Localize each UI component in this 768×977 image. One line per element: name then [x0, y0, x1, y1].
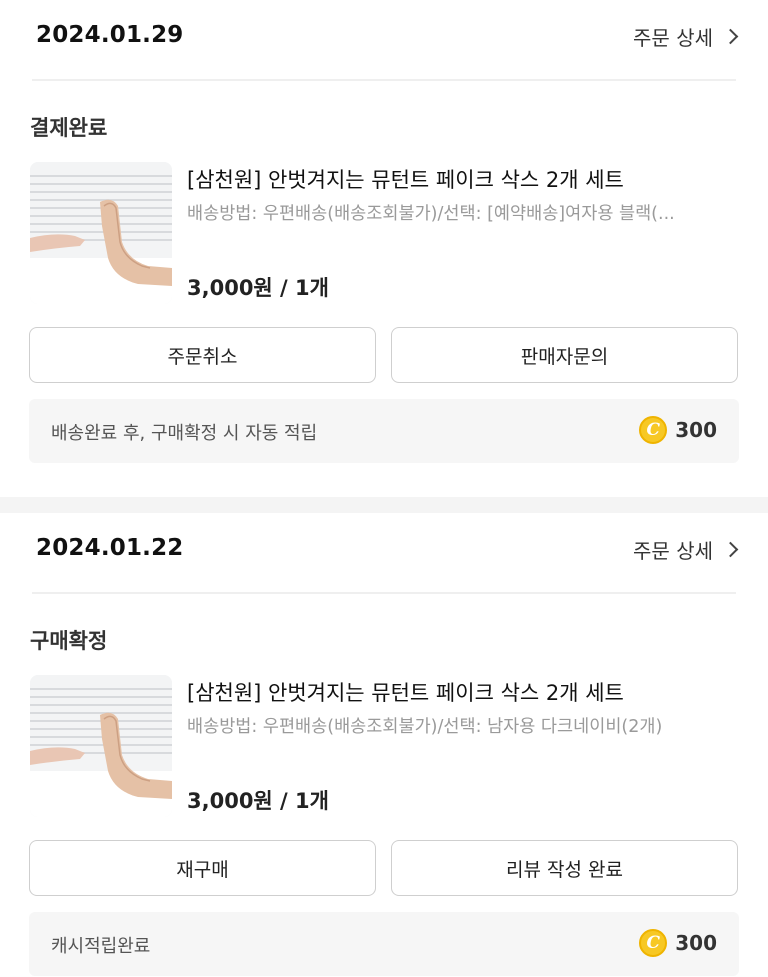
seller-inquiry-button[interactable]: 판매자문의: [391, 327, 738, 383]
product-title[interactable]: [삼천원] 안벗겨지는 뮤턴트 페이크 삭스 2개 세트: [187, 164, 624, 194]
product-item[interactable]: [삼천원] 안벗겨지는 뮤턴트 페이크 삭스 2개 세트 배송방법: 우편배송(…: [30, 162, 738, 304]
order-detail-link[interactable]: 주문 상세: [633, 535, 739, 564]
product-item[interactable]: [삼천원] 안벗겨지는 뮤턴트 페이크 삭스 2개 세트 배송방법: 우편배송(…: [30, 675, 738, 817]
product-price: 3,000원 / 1개: [187, 276, 329, 300]
chevron-right-icon: [722, 28, 739, 45]
product-title[interactable]: [삼천원] 안벗겨지는 뮤턴트 페이크 삭스 2개 세트: [187, 677, 624, 707]
reward-info: 배송완료 후, 구매확정 시 자동 적립 C 300: [29, 399, 739, 463]
divider: [32, 79, 736, 81]
reorder-button[interactable]: 재구매: [29, 840, 376, 896]
order-status: 결제완료: [30, 116, 108, 140]
coin-icon: C: [639, 416, 668, 444]
section-divider: [0, 497, 768, 513]
order-detail-link[interactable]: 주문 상세: [633, 22, 739, 51]
product-price: 3,000원 / 1개: [187, 789, 329, 813]
product-option: 배송방법: 우편배송(배송조회불가)/선택: 남자용 다크네이비(2개): [187, 717, 663, 737]
product-thumbnail[interactable]: [30, 162, 172, 304]
reward-amount: C 300: [639, 416, 717, 444]
order-detail-label: 주문 상세: [633, 26, 713, 50]
reward-text: 캐시적립완료: [51, 936, 151, 957]
reward-info: 캐시적립완료 C 300: [29, 912, 739, 976]
order-detail-label: 주문 상세: [633, 539, 713, 563]
order-header: 2024.01.29 주문 상세: [0, 0, 768, 80]
reward-text: 배송완료 후, 구매확정 시 자동 적립: [51, 423, 318, 444]
order-header: 2024.01.22 주문 상세: [0, 513, 768, 593]
order-date: 2024.01.22: [36, 535, 184, 561]
reward-points: 300: [675, 418, 717, 442]
chevron-right-icon: [722, 541, 739, 558]
product-thumbnail[interactable]: [30, 675, 172, 817]
cancel-order-button[interactable]: 주문취소: [29, 327, 376, 383]
reward-amount: C 300: [639, 929, 717, 957]
divider: [32, 592, 736, 594]
reward-points: 300: [675, 931, 717, 955]
product-option: 배송방법: 우편배송(배송조회불가)/선택: [예약배송]여자용 블랙(...: [187, 204, 675, 224]
order-date: 2024.01.29: [36, 22, 184, 48]
order-status: 구매확정: [30, 629, 108, 653]
review-complete-button[interactable]: 리뷰 작성 완료: [391, 840, 738, 896]
coin-icon: C: [639, 929, 668, 957]
